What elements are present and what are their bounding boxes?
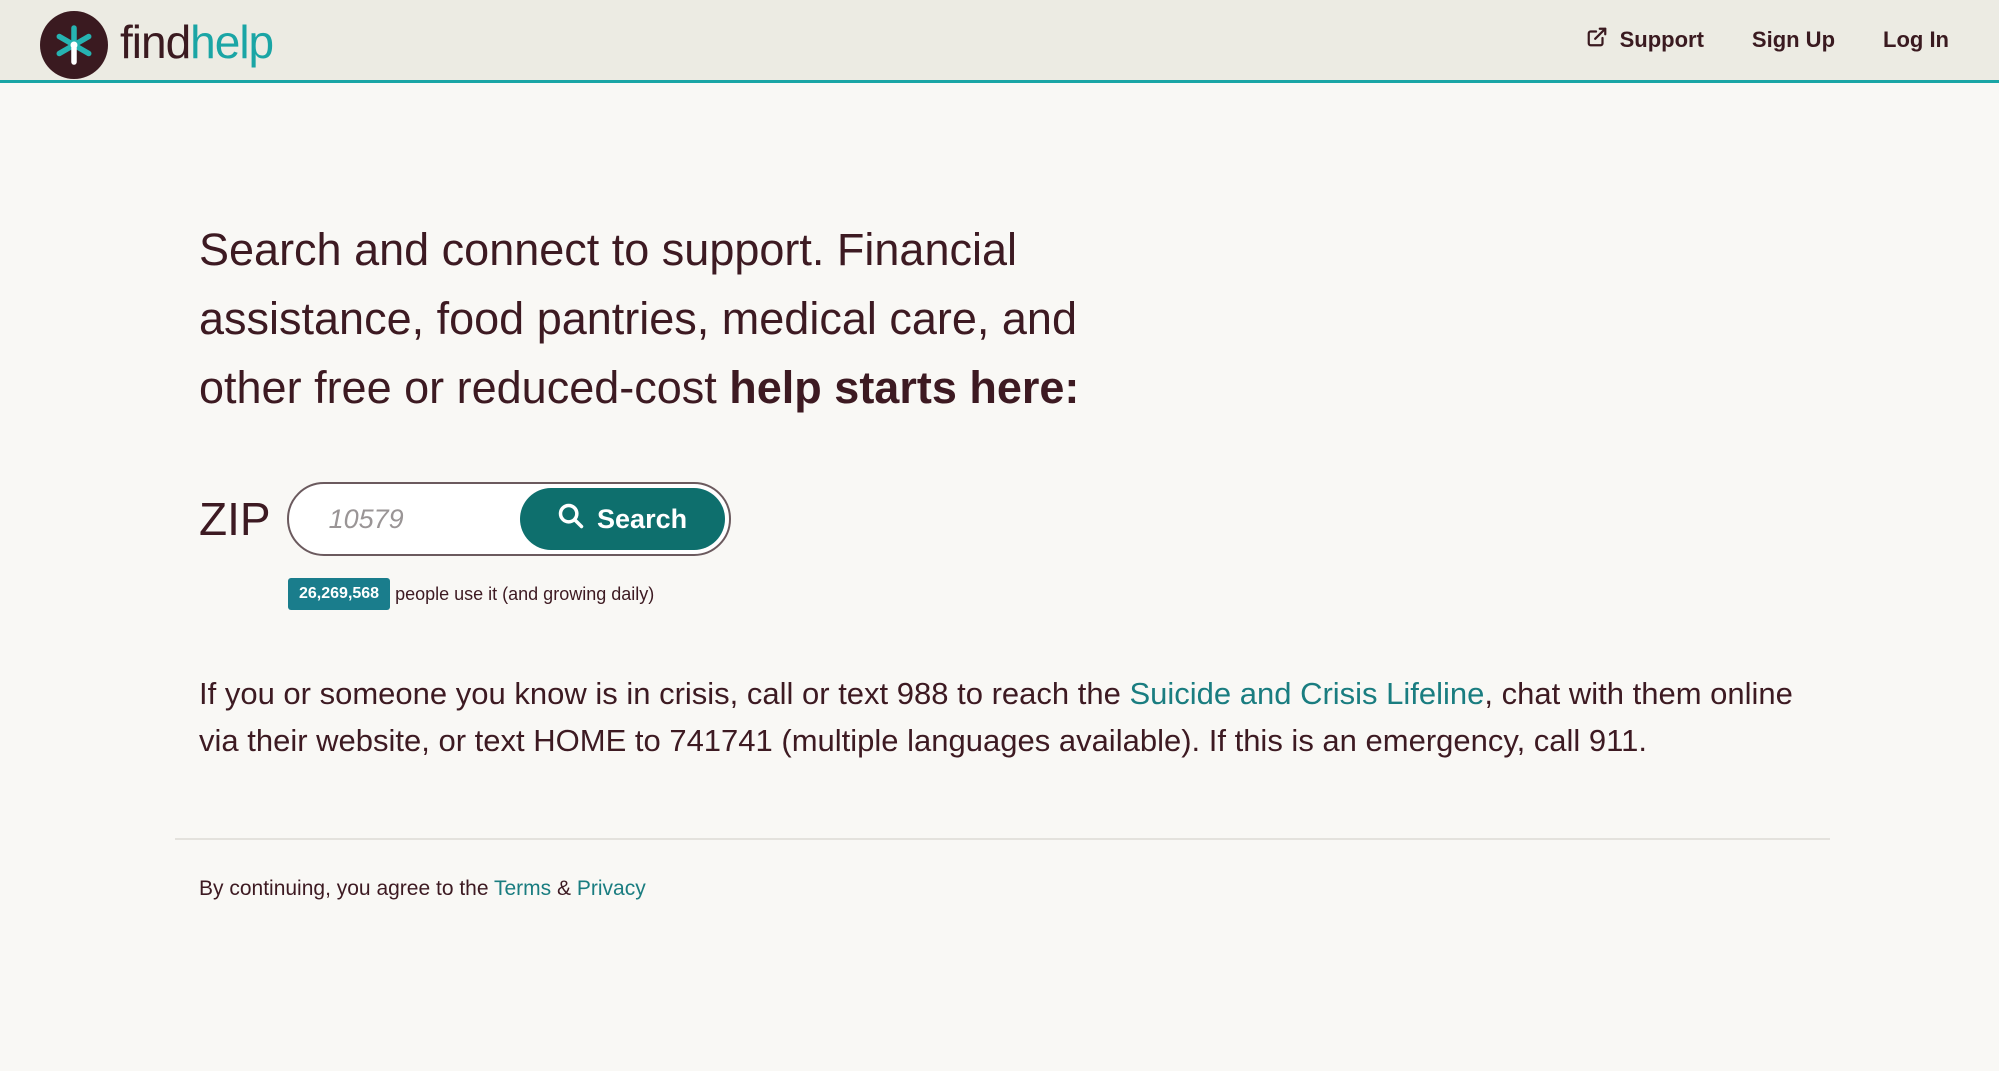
sign-up-link[interactable]: Sign Up: [1752, 27, 1835, 53]
sign-up-label: Sign Up: [1751, 27, 1836, 52]
support-link[interactable]: Support: [1586, 26, 1704, 54]
usage-stats-text: people use it (and growing daily): [395, 583, 655, 604]
usage-stats: 26,269,568 people use it (and growing da…: [288, 578, 1839, 610]
logo-wordmark: findhelp: [120, 16, 274, 68]
external-link-icon: [1586, 26, 1608, 54]
crisis-lifeline-link[interactable]: Suicide and Crisis Lifeline: [1129, 676, 1484, 711]
findhelp-logo[interactable]: findhelp: [40, 11, 274, 79]
footer-text: By continuing, you agree to the: [199, 877, 494, 900]
hero-headline: Search and connect to support. Financial…: [199, 215, 1119, 422]
log-in-label: Log In: [1883, 27, 1949, 52]
zip-input[interactable]: [326, 502, 531, 536]
logo-wordmark-find: find: [120, 16, 191, 68]
zip-label: ZIP: [199, 493, 271, 545]
main-content: Search and connect to support. Financial…: [199, 215, 1839, 764]
terms-link[interactable]: Terms: [494, 877, 551, 900]
search-button[interactable]: Search: [519, 488, 725, 550]
crisis-message: If you or someone you know is in crisis,…: [199, 670, 1839, 764]
header-nav: Support Sign Up Log In: [1586, 26, 1949, 54]
search-button-label: Search: [597, 503, 688, 534]
log-in-link[interactable]: Log In: [1883, 27, 1949, 53]
asterisk-logo-icon: [40, 11, 108, 79]
footer-ampersand: &: [551, 877, 577, 900]
site-header: findhelp Support Sign Up Log In: [0, 0, 1999, 83]
search-box: Search: [286, 482, 731, 556]
zip-search-form: ZIP Search: [199, 482, 1839, 556]
logo-wordmark-help: help: [190, 16, 274, 68]
hero-headline-bold: help starts here:: [729, 362, 1080, 413]
user-count-badge: 26,269,568: [288, 578, 391, 610]
search-icon: [557, 502, 585, 537]
support-label: Support: [1619, 27, 1704, 52]
crisis-text-before: If you or someone you know is in crisis,…: [199, 676, 1130, 711]
legal-footer: By continuing, you agree to the Terms & …: [199, 877, 646, 901]
privacy-link[interactable]: Privacy: [577, 877, 646, 900]
footer-divider: [175, 838, 1830, 840]
